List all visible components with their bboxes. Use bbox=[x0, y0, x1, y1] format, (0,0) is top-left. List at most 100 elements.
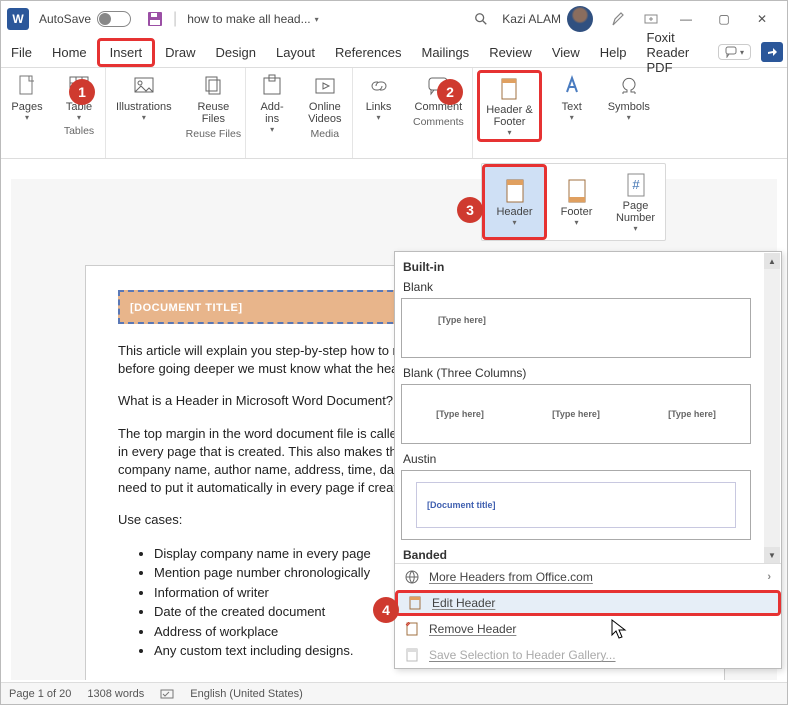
symbols-button[interactable]: Symbols▾ bbox=[602, 70, 656, 124]
avatar[interactable] bbox=[567, 6, 593, 32]
addins-label: Add- ins bbox=[260, 101, 283, 125]
online-videos-label: Online Videos bbox=[308, 101, 341, 125]
illustrations-label: Illustrations bbox=[116, 101, 172, 113]
word-logo-icon: W bbox=[7, 8, 29, 30]
comments-pill[interactable]: ▾ bbox=[718, 44, 751, 60]
tab-references[interactable]: References bbox=[325, 41, 411, 64]
remove-header-row[interactable]: Remove Header bbox=[395, 616, 781, 642]
video-icon bbox=[313, 74, 337, 98]
pages-button[interactable]: Pages▾ bbox=[5, 70, 49, 124]
gallery-item-blank3[interactable]: [Type here] [Type here] [Type here] bbox=[401, 384, 751, 444]
ribbon-insert: Pages▾ Table▾ Tables Illustrations▾ bbox=[1, 67, 787, 159]
status-words[interactable]: 1308 words bbox=[87, 688, 144, 700]
autosave-label: AutoSave bbox=[39, 12, 91, 26]
header-label: Header bbox=[496, 206, 532, 218]
scroll-up-icon[interactable]: ▲ bbox=[764, 253, 780, 269]
search-icon[interactable] bbox=[474, 12, 488, 26]
page-number-icon: # bbox=[624, 172, 648, 200]
reuse-files-label: Reuse Files bbox=[197, 101, 229, 125]
footer-icon bbox=[565, 178, 589, 206]
link-icon bbox=[367, 74, 391, 98]
scroll-down-icon[interactable]: ▼ bbox=[764, 547, 780, 563]
header-placeholder-text: [DOCUMENT TITLE] bbox=[130, 302, 242, 314]
header-dropdown-button[interactable]: Header▾ bbox=[482, 164, 547, 240]
page-number-dropdown-button[interactable]: # Page Number▾ bbox=[606, 164, 665, 240]
edit-header-label: Edit Header bbox=[432, 596, 495, 610]
document-title[interactable]: how to make all head... bbox=[187, 12, 310, 26]
gallery-item-austin[interactable]: [Document title] bbox=[401, 470, 751, 540]
doc-title-caret-icon[interactable]: ▾ bbox=[315, 15, 319, 24]
tab-help[interactable]: Help bbox=[590, 41, 637, 64]
illustrations-button[interactable]: Illustrations▾ bbox=[110, 70, 178, 124]
save-selection-row: Save Selection to Header Gallery... bbox=[395, 642, 781, 668]
file-tab[interactable]: File bbox=[1, 41, 42, 64]
badge-3: 3 bbox=[457, 197, 483, 223]
status-lang[interactable]: English (United States) bbox=[190, 688, 303, 700]
picture-icon bbox=[132, 74, 156, 98]
share-button[interactable] bbox=[761, 42, 783, 62]
more-headers-label: More Headers from Office.com bbox=[429, 570, 593, 584]
gallery-item-austin-label: Austin bbox=[401, 450, 775, 470]
header-footer-button[interactable]: Header & Footer▾ bbox=[477, 70, 541, 142]
gallery-item-blank-label: Blank bbox=[401, 278, 775, 298]
badge-1: 1 bbox=[69, 79, 95, 105]
close-button[interactable]: ✕ bbox=[743, 5, 781, 33]
tab-review[interactable]: Review bbox=[479, 41, 542, 64]
tab-insert[interactable]: Insert bbox=[97, 38, 156, 67]
header-footer-label: Header & Footer bbox=[486, 104, 532, 128]
tab-layout[interactable]: Layout bbox=[266, 41, 325, 64]
addins-icon bbox=[260, 74, 284, 98]
tab-insert-label: Insert bbox=[110, 45, 143, 60]
share-area: ▾ bbox=[718, 42, 787, 62]
pen-icon[interactable] bbox=[611, 11, 627, 27]
mouse-cursor-icon bbox=[611, 619, 629, 641]
gallery-item-blank3-label: Blank (Three Columns) bbox=[401, 364, 775, 384]
tab-design[interactable]: Design bbox=[206, 41, 266, 64]
remove-header-icon bbox=[405, 622, 419, 636]
text-label: Text bbox=[562, 101, 582, 113]
online-videos-button[interactable]: Online Videos bbox=[302, 70, 347, 127]
type-here-text: [Type here] bbox=[552, 409, 600, 419]
header-footer-panel: Header▾ Footer▾ # Page Number▾ bbox=[481, 163, 666, 241]
tab-mailings[interactable]: Mailings bbox=[412, 41, 480, 64]
save-gallery-icon bbox=[405, 648, 419, 662]
austin-thumb-text: [Document title] bbox=[427, 500, 496, 510]
header-icon bbox=[503, 178, 527, 206]
footer-dropdown-button[interactable]: Footer▾ bbox=[547, 164, 606, 240]
status-page[interactable]: Page 1 of 20 bbox=[9, 688, 71, 700]
type-here-text: [Type here] bbox=[438, 315, 486, 325]
menubar: File Home Insert Draw Design Layout Refe… bbox=[1, 37, 787, 67]
tab-draw[interactable]: Draw bbox=[155, 41, 205, 64]
badge-4: 4 bbox=[373, 597, 399, 623]
tab-home[interactable]: Home bbox=[42, 41, 97, 64]
svg-text:#: # bbox=[632, 177, 640, 192]
autosave-toggle[interactable] bbox=[97, 11, 131, 27]
spellcheck-icon[interactable] bbox=[160, 687, 174, 701]
symbols-label: Symbols bbox=[608, 101, 650, 113]
addins-button[interactable]: Add- ins▾ bbox=[250, 70, 294, 136]
group-comments: Comments bbox=[413, 115, 464, 129]
gallery-heading-builtin: Built-in bbox=[401, 256, 775, 278]
save-selection-label: Save Selection to Header Gallery... bbox=[429, 648, 616, 662]
reuse-files-button[interactable]: Reuse Files bbox=[191, 70, 235, 127]
comment-bubble-icon bbox=[725, 46, 737, 58]
text-icon bbox=[560, 74, 584, 98]
globe-icon bbox=[405, 570, 419, 584]
text-button[interactable]: Text▾ bbox=[550, 70, 594, 124]
tab-view[interactable]: View bbox=[542, 41, 590, 64]
gallery-scrollbar[interactable]: ▲ ▼ bbox=[764, 253, 780, 563]
titlebar-divider: | bbox=[173, 10, 177, 28]
pages-label: Pages bbox=[11, 101, 42, 113]
more-headers-row[interactable]: More Headers from Office.com › bbox=[395, 564, 781, 590]
save-icon[interactable] bbox=[147, 11, 163, 27]
edit-header-row[interactable]: Edit Header bbox=[395, 590, 781, 616]
header-gallery: ▲ ▼ Built-in Blank [Type here] Blank (Th… bbox=[394, 251, 782, 669]
links-button[interactable]: Links▾ bbox=[357, 70, 401, 124]
omega-icon bbox=[617, 74, 641, 98]
gallery-item-blank[interactable]: [Type here] bbox=[401, 298, 751, 358]
page-icon bbox=[15, 74, 39, 98]
gallery-list[interactable]: Built-in Blank [Type here] Blank (Three … bbox=[395, 252, 781, 563]
gallery-item-banded-label: Banded bbox=[401, 546, 775, 563]
type-here-text: [Type here] bbox=[668, 409, 716, 419]
remove-header-label: Remove Header bbox=[429, 622, 516, 636]
